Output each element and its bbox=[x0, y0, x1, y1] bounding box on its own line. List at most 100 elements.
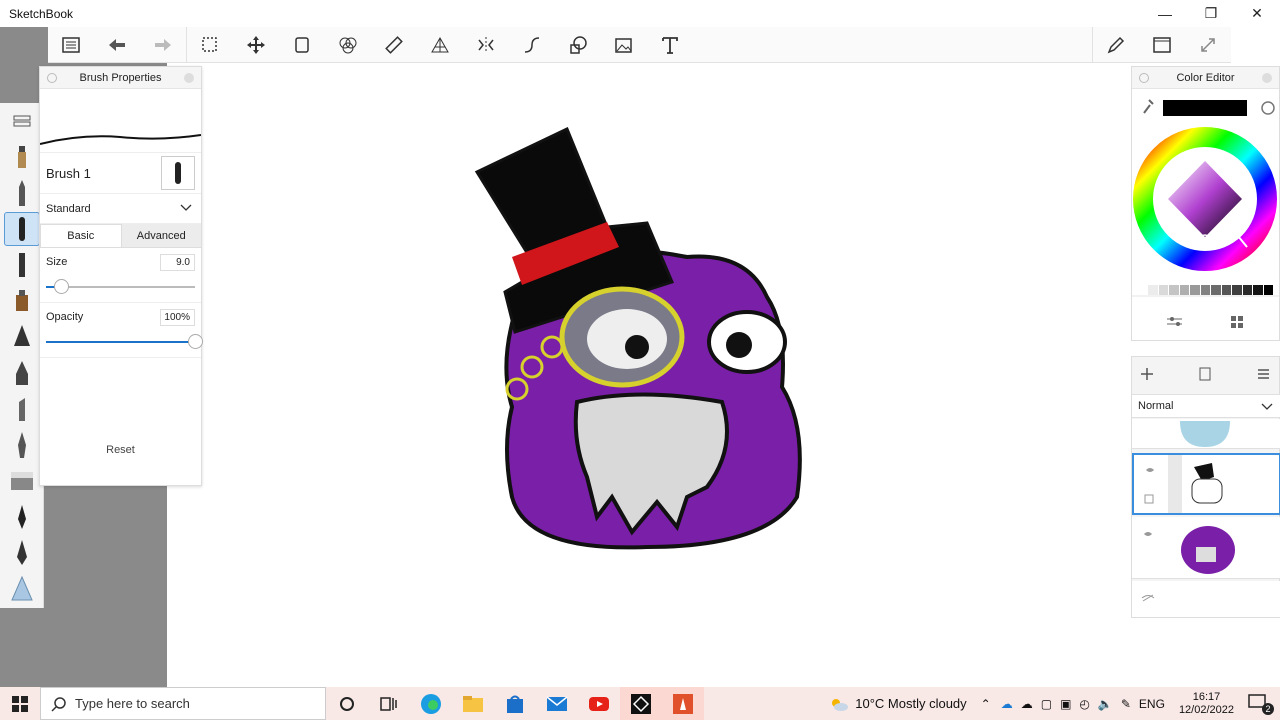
ink-pen-icon[interactable] bbox=[4, 320, 40, 354]
shape-icon[interactable] bbox=[555, 27, 601, 63]
onedrive-cloud-icon[interactable]: ☁ bbox=[1001, 697, 1013, 711]
mail-icon[interactable] bbox=[536, 687, 578, 720]
notification-badge: 2 bbox=[1262, 703, 1274, 715]
color-swatch[interactable] bbox=[1148, 285, 1159, 295]
layer-item-selected[interactable] bbox=[1132, 453, 1280, 515]
color-swatch[interactable] bbox=[1232, 285, 1243, 295]
airbrush-icon[interactable] bbox=[4, 140, 40, 174]
clock[interactable]: 16:17 12/02/2022 bbox=[1179, 691, 1234, 717]
blend-mode-dropdown[interactable]: Normal bbox=[1132, 394, 1280, 418]
textured-brush-icon[interactable] bbox=[4, 248, 40, 282]
opacity-value-field[interactable]: 100% bbox=[160, 309, 195, 326]
color-swatch[interactable] bbox=[1179, 285, 1191, 295]
color-editor-panel: Color Editor bbox=[1131, 66, 1280, 341]
select-icon[interactable] bbox=[187, 27, 233, 63]
color-swatch[interactable] bbox=[1158, 285, 1170, 295]
opacity-slider-knob[interactable] bbox=[188, 334, 203, 349]
color-swatch[interactable] bbox=[1263, 285, 1275, 295]
layer-item[interactable] bbox=[1132, 581, 1280, 617]
panel-pin-icon[interactable] bbox=[47, 73, 57, 83]
menu-list-icon[interactable] bbox=[48, 27, 94, 63]
panel-close-icon[interactable] bbox=[184, 73, 194, 83]
window-icon[interactable] bbox=[1139, 27, 1185, 63]
fountain-pen-icon[interactable] bbox=[4, 428, 40, 462]
layer-visibility-icon bbox=[1144, 532, 1152, 536]
size-slider[interactable] bbox=[46, 279, 195, 294]
device-icon[interactable]: ▢ bbox=[1041, 697, 1052, 711]
color-circles-icon[interactable] bbox=[325, 27, 371, 63]
size-slider-knob[interactable] bbox=[53, 279, 69, 294]
youtube-icon[interactable] bbox=[578, 687, 620, 720]
color-panel-pin-icon[interactable] bbox=[1139, 73, 1149, 83]
pencil-brush-icon[interactable] bbox=[4, 176, 40, 210]
stroke-preview bbox=[39, 89, 202, 153]
store-icon[interactable] bbox=[494, 687, 536, 720]
color-panel-close-icon[interactable] bbox=[1262, 73, 1272, 83]
color-swatch[interactable] bbox=[1138, 285, 1149, 295]
search-icon bbox=[51, 696, 66, 712]
fullscreen-icon[interactable] bbox=[1185, 27, 1231, 63]
opacity-slider-fill bbox=[46, 341, 195, 343]
nib-pen-icon[interactable] bbox=[4, 536, 40, 570]
cortana-icon[interactable] bbox=[326, 687, 368, 720]
brush-thumbnail[interactable] bbox=[161, 156, 195, 190]
tab-basic[interactable]: Basic bbox=[40, 224, 122, 247]
paint-tube-icon[interactable] bbox=[4, 284, 40, 318]
network-icon[interactable]: ◴ bbox=[1079, 697, 1089, 711]
symmetry-icon[interactable] bbox=[463, 27, 509, 63]
soft-brush-icon[interactable] bbox=[3, 212, 40, 246]
pen-tray-icon[interactable]: ✎ bbox=[1121, 697, 1131, 711]
notification-center-icon[interactable]: 2 bbox=[1248, 694, 1274, 715]
eraser-icon[interactable] bbox=[4, 572, 40, 606]
undo-icon[interactable] bbox=[94, 27, 140, 63]
edge-browser-icon[interactable] bbox=[410, 687, 452, 720]
curve-icon[interactable] bbox=[509, 27, 555, 63]
drawing-canvas[interactable] bbox=[167, 27, 1280, 687]
transform-move-icon[interactable] bbox=[233, 27, 279, 63]
pen-icon[interactable] bbox=[1093, 27, 1139, 63]
close-button[interactable]: ✕ bbox=[1234, 0, 1280, 27]
language-indicator[interactable]: ENG bbox=[1139, 697, 1165, 711]
layer-item[interactable] bbox=[1132, 419, 1280, 449]
opacity-slider[interactable] bbox=[46, 334, 203, 349]
volume-icon[interactable]: 🔈 bbox=[1098, 697, 1113, 711]
size-value-field[interactable]: 9.0 bbox=[160, 254, 195, 271]
color-swatch[interactable] bbox=[1190, 285, 1201, 295]
task-view-icon[interactable] bbox=[368, 687, 410, 720]
tab-advanced[interactable]: Advanced bbox=[121, 224, 201, 247]
sketchbook-taskbar-icon[interactable] bbox=[662, 687, 704, 720]
layer-menu-icon bbox=[1258, 369, 1269, 379]
taskbar-search[interactable]: Type here to search bbox=[40, 687, 326, 720]
color-swatch[interactable] bbox=[1242, 285, 1254, 295]
brush-preset-dropdown[interactable]: Standard bbox=[40, 194, 201, 224]
redo-icon[interactable] bbox=[140, 27, 186, 63]
meet-now-icon[interactable]: ▣ bbox=[1060, 697, 1071, 711]
file-explorer-icon[interactable] bbox=[452, 687, 494, 720]
chisel-marker-icon[interactable] bbox=[4, 392, 40, 426]
maximize-button[interactable]: ❐ bbox=[1188, 0, 1234, 27]
ruler-icon[interactable] bbox=[371, 27, 417, 63]
color-swatch[interactable] bbox=[1253, 285, 1264, 295]
color-swatch[interactable] bbox=[1200, 285, 1212, 295]
color-swatch[interactable] bbox=[1221, 285, 1233, 295]
color-swatch[interactable] bbox=[1211, 285, 1222, 295]
add-image-icon[interactable] bbox=[601, 27, 647, 63]
cloud-icon[interactable]: ☁ bbox=[1021, 697, 1033, 711]
perspective-grid-icon[interactable] bbox=[417, 27, 463, 63]
brush-library-icon[interactable] bbox=[4, 104, 40, 138]
weather-text[interactable]: 10°C Mostly cloudy bbox=[855, 696, 966, 711]
chevron-up-icon[interactable]: ⌃ bbox=[981, 697, 991, 711]
color-swatch[interactable] bbox=[1169, 285, 1180, 295]
minimize-button[interactable]: — bbox=[1142, 0, 1188, 27]
layer-item[interactable] bbox=[1132, 517, 1280, 579]
marker-icon[interactable] bbox=[4, 356, 40, 390]
app-icon-dark[interactable] bbox=[620, 687, 662, 720]
eraser-block-icon[interactable] bbox=[4, 464, 40, 498]
grayscale-swatches[interactable] bbox=[1138, 285, 1275, 295]
start-button[interactable] bbox=[0, 687, 40, 720]
bucket-fill-icon[interactable] bbox=[279, 27, 325, 63]
opacity-label: Opacity bbox=[46, 311, 84, 323]
text-icon[interactable] bbox=[647, 27, 693, 63]
reset-button[interactable]: Reset bbox=[40, 444, 201, 456]
calligraphy-pen-icon[interactable] bbox=[4, 500, 40, 534]
